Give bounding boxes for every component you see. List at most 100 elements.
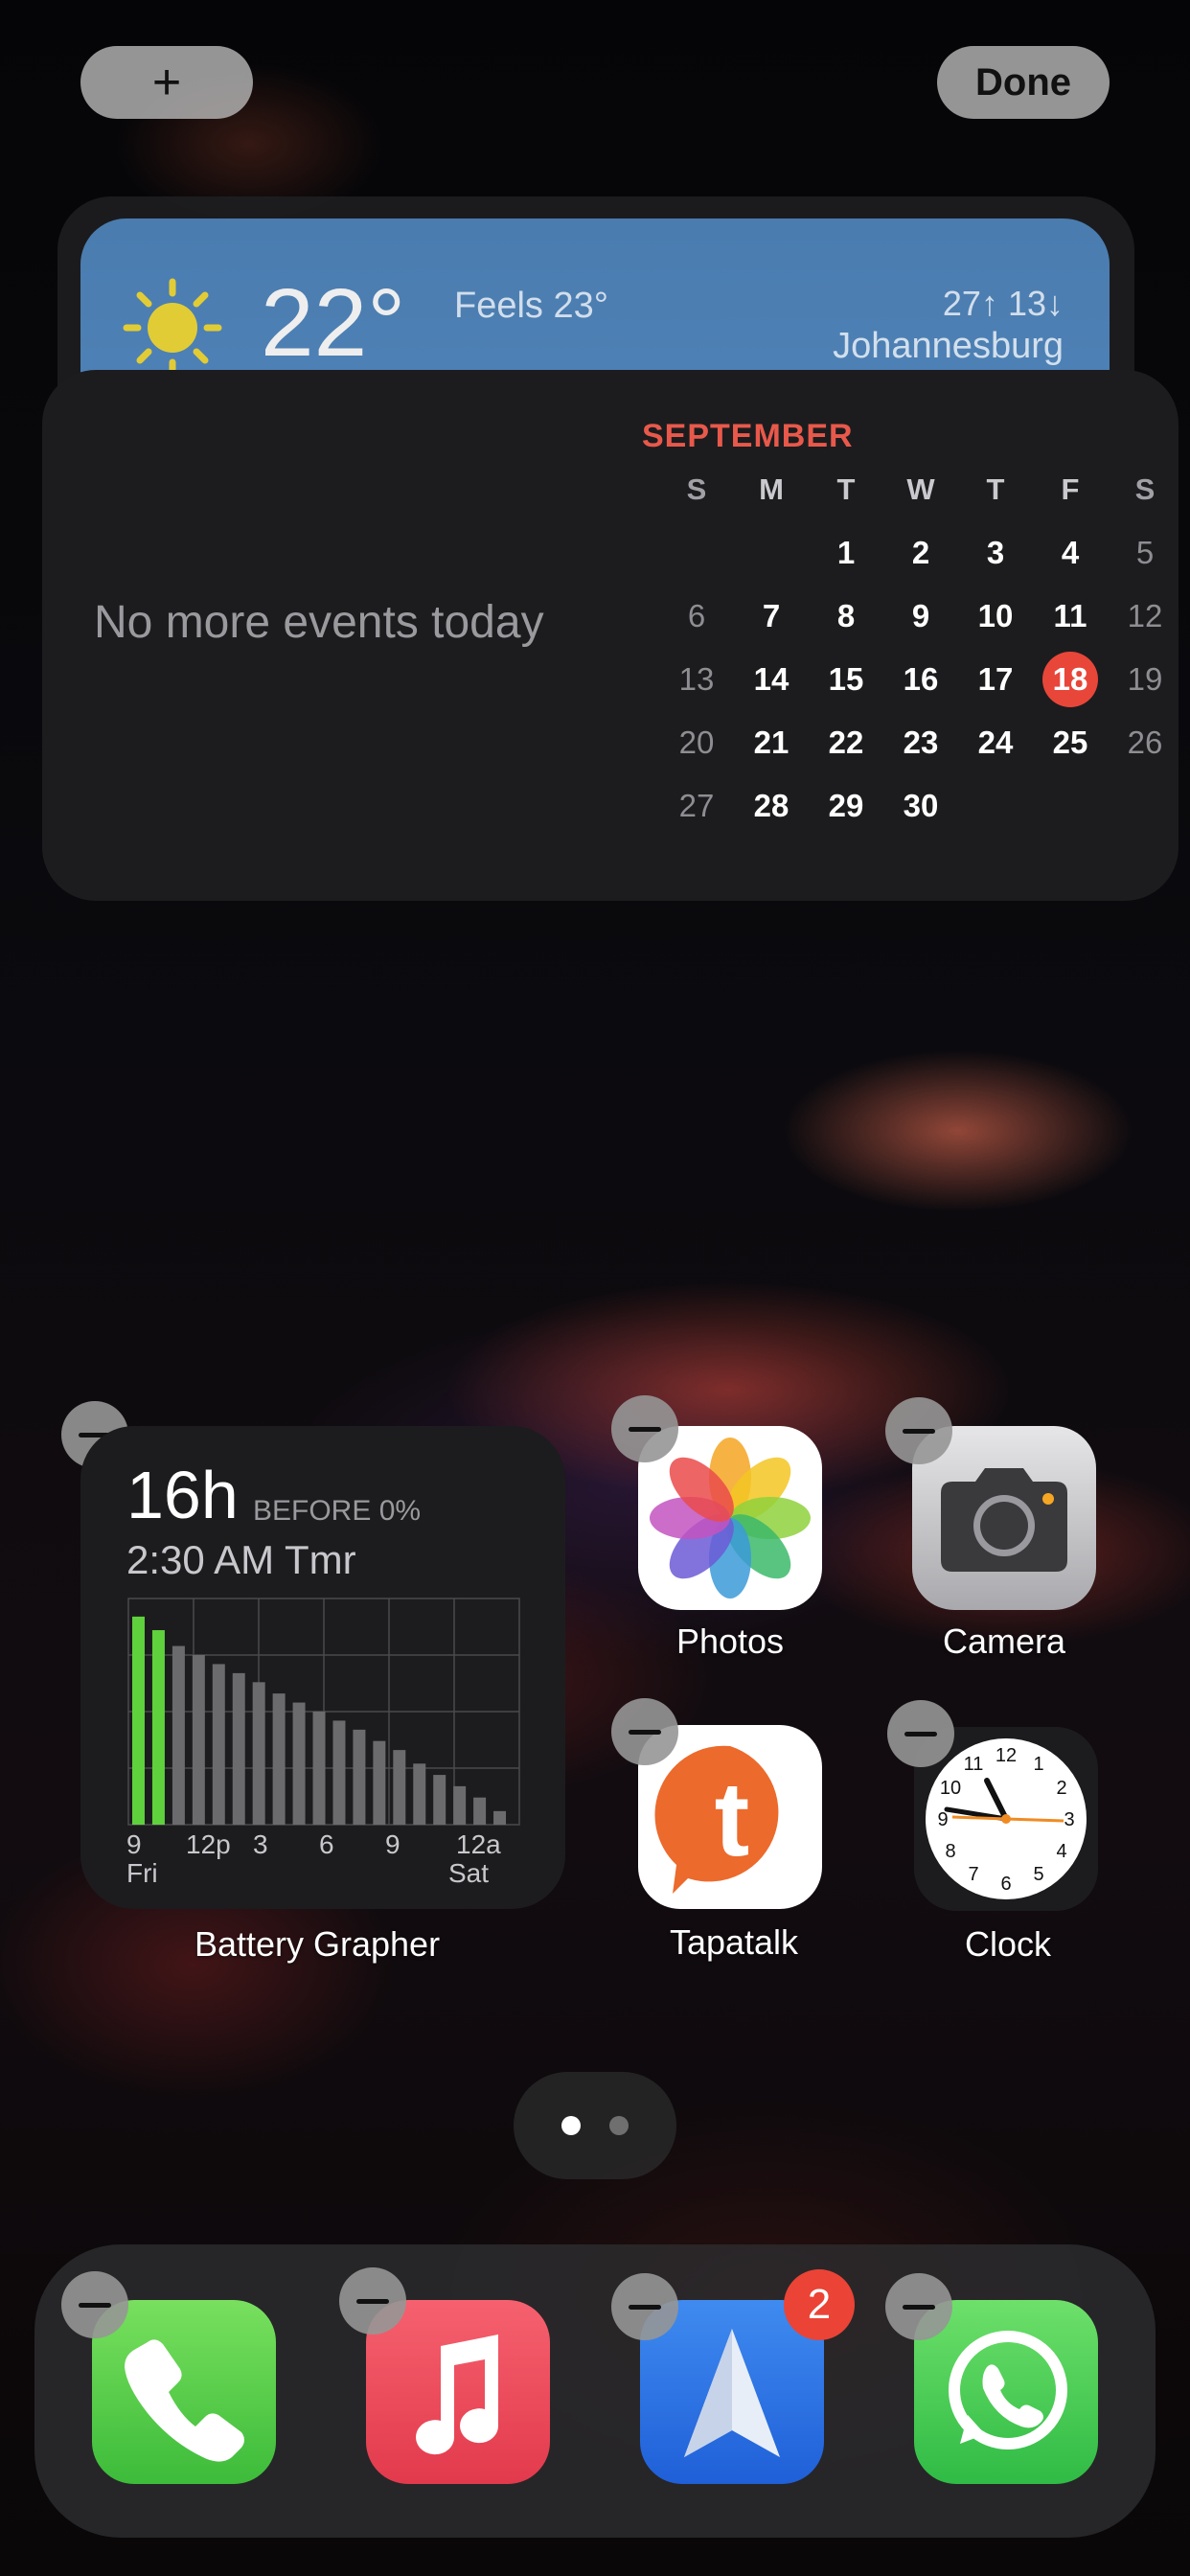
remove-spark-button[interactable] <box>611 2273 678 2340</box>
battery-bar <box>252 1682 265 1825</box>
svg-text:11: 11 <box>964 1754 984 1775</box>
calendar-day: 13 <box>678 661 715 697</box>
battery-bar <box>473 1797 487 1825</box>
battery-bar <box>353 1729 366 1825</box>
calendar-day: 10 <box>977 598 1014 633</box>
svg-text:9: 9 <box>937 1809 948 1830</box>
no-events-text: No more events today <box>94 597 544 648</box>
svg-text:1: 1 <box>1033 1754 1043 1775</box>
svg-text:5: 5 <box>1033 1864 1043 1885</box>
camera-label: Camera <box>942 1622 1066 1661</box>
battery-bar <box>151 1630 165 1825</box>
svg-text:12: 12 <box>995 1745 1017 1766</box>
calendar-day: 17 <box>977 661 1014 697</box>
chart-x-label: 9 <box>385 1829 400 1859</box>
calendar-weekday: F <box>1061 472 1080 506</box>
svg-text:8: 8 <box>945 1841 955 1862</box>
phone-icon <box>125 2339 244 2462</box>
weather-city: Johannesburg <box>833 326 1064 366</box>
calendar-day: 8 <box>836 598 856 633</box>
battery-bar <box>433 1775 446 1825</box>
calendar-day: 30 <box>903 788 939 823</box>
calendar-month: SEPTEMBER <box>642 418 854 454</box>
calendar-weekday: W <box>906 472 935 506</box>
calendar-day: 2 <box>911 535 930 570</box>
notification-badge: 2 <box>784 2269 855 2340</box>
battery-bar <box>192 1655 205 1825</box>
chart-x-label: 6 <box>319 1829 334 1859</box>
chart-day-label: Sat <box>448 1858 489 1888</box>
svg-text:10: 10 <box>940 1778 961 1799</box>
battery-hours: 16h <box>126 1458 239 1532</box>
remove-phone-button[interactable] <box>61 2271 128 2338</box>
calendar-week-row: 20 21 22 23 24 25 26 <box>659 711 1186 774</box>
calendar-day: 14 <box>753 661 790 697</box>
chart-x-label: 12a <box>456 1829 501 1859</box>
clock-label: Clock <box>964 1924 1052 1964</box>
calendar-grid: S M T W T F S 1 2 3 4 5 6 7 8 9 10 11 12 13 14 15 16 17 18 19 20 21… <box>659 458 1186 838</box>
calendar-day: 15 <box>828 661 864 697</box>
battery-bar <box>172 1645 185 1825</box>
phone-app[interactable] <box>92 2300 276 2484</box>
remove-photos-button[interactable] <box>611 1395 678 1462</box>
calendar-day: 16 <box>903 661 939 697</box>
calendar-weekday: S <box>1134 472 1156 506</box>
calendar-weekday: T <box>986 472 1005 506</box>
remove-clock-button[interactable] <box>887 1700 954 1767</box>
calendar-day: 4 <box>1061 535 1080 570</box>
remove-music-button[interactable] <box>339 2267 406 2334</box>
weather-feels-like: Feels 23° <box>454 286 608 326</box>
page-indicator[interactable] <box>514 2072 676 2179</box>
remove-tapatalk-button[interactable] <box>611 1698 678 1765</box>
tapatalk-label: Tapatalk <box>669 1922 799 1962</box>
calendar-day: 5 <box>1135 535 1155 570</box>
music-app[interactable] <box>366 2300 550 2484</box>
calendar-day: 26 <box>1127 724 1163 760</box>
remove-camera-button[interactable] <box>885 1397 952 1464</box>
calendar-weekday: T <box>836 472 856 506</box>
calendar-week-row: 6 7 8 9 10 11 12 <box>659 585 1186 648</box>
battery-bar <box>232 1672 245 1825</box>
battery-bar <box>292 1702 306 1825</box>
calendar-day: 12 <box>1127 598 1163 633</box>
calendar-weekday: S <box>686 472 707 506</box>
add-widget-button[interactable]: + <box>80 46 253 119</box>
battery-bar <box>312 1712 326 1825</box>
battery-bar <box>373 1740 386 1825</box>
battery-grapher-widget[interactable]: 16h BEFORE 0% 2:30 AM Tmr 9 12p 3 6 9 12a Fri S… <box>80 1426 565 1909</box>
battery-chart: 9 12p 3 6 9 12a Fri Sat <box>126 1598 520 1888</box>
battery-bar <box>413 1763 426 1825</box>
remove-whatsapp-button[interactable] <box>885 2273 952 2340</box>
calendar-week-row: 1 2 3 4 5 <box>659 521 1186 585</box>
calendar-day: 7 <box>762 598 781 633</box>
chart-x-label: 12p <box>186 1829 231 1859</box>
battery-empty-time: 2:30 AM Tmr <box>126 1537 356 1582</box>
calendar-day: 21 <box>753 724 790 760</box>
battery-before-label: BEFORE 0% <box>253 1495 422 1527</box>
calendar-day: 3 <box>986 535 1005 570</box>
battery-bar <box>332 1720 346 1825</box>
battery-bar <box>393 1750 406 1825</box>
weather-temperature: 22° <box>261 269 406 377</box>
calendar-widget[interactable]: No more events today SEPTEMBER SMTWTFS12… <box>42 370 1179 901</box>
svg-text:t: t <box>715 1760 750 1878</box>
calendar-day: 11 <box>1053 598 1087 633</box>
chart-x-label: 9 <box>126 1829 142 1859</box>
page-dot <box>609 2116 629 2135</box>
battery-bar <box>453 1785 467 1825</box>
calendar-day: 27 <box>678 788 715 823</box>
done-button[interactable]: Done <box>937 46 1110 119</box>
sun-icon <box>123 278 222 378</box>
calendar-day: 1 <box>836 535 856 570</box>
calendar-day: 22 <box>828 724 864 760</box>
battery-bar <box>272 1693 286 1825</box>
weather-high-low: 27↑ 13↓ <box>942 284 1064 323</box>
calendar-day: 9 <box>911 598 930 633</box>
calendar-week-row: 27 28 29 30 <box>659 774 1186 838</box>
calendar-weekday: M <box>759 472 784 506</box>
chart-day-label: Fri <box>126 1858 158 1888</box>
music-note-icon <box>416 2334 499 2455</box>
svg-text:2: 2 <box>1056 1778 1066 1799</box>
calendar-day: 24 <box>977 724 1014 760</box>
calendar-day-today: 18 <box>1033 652 1108 707</box>
